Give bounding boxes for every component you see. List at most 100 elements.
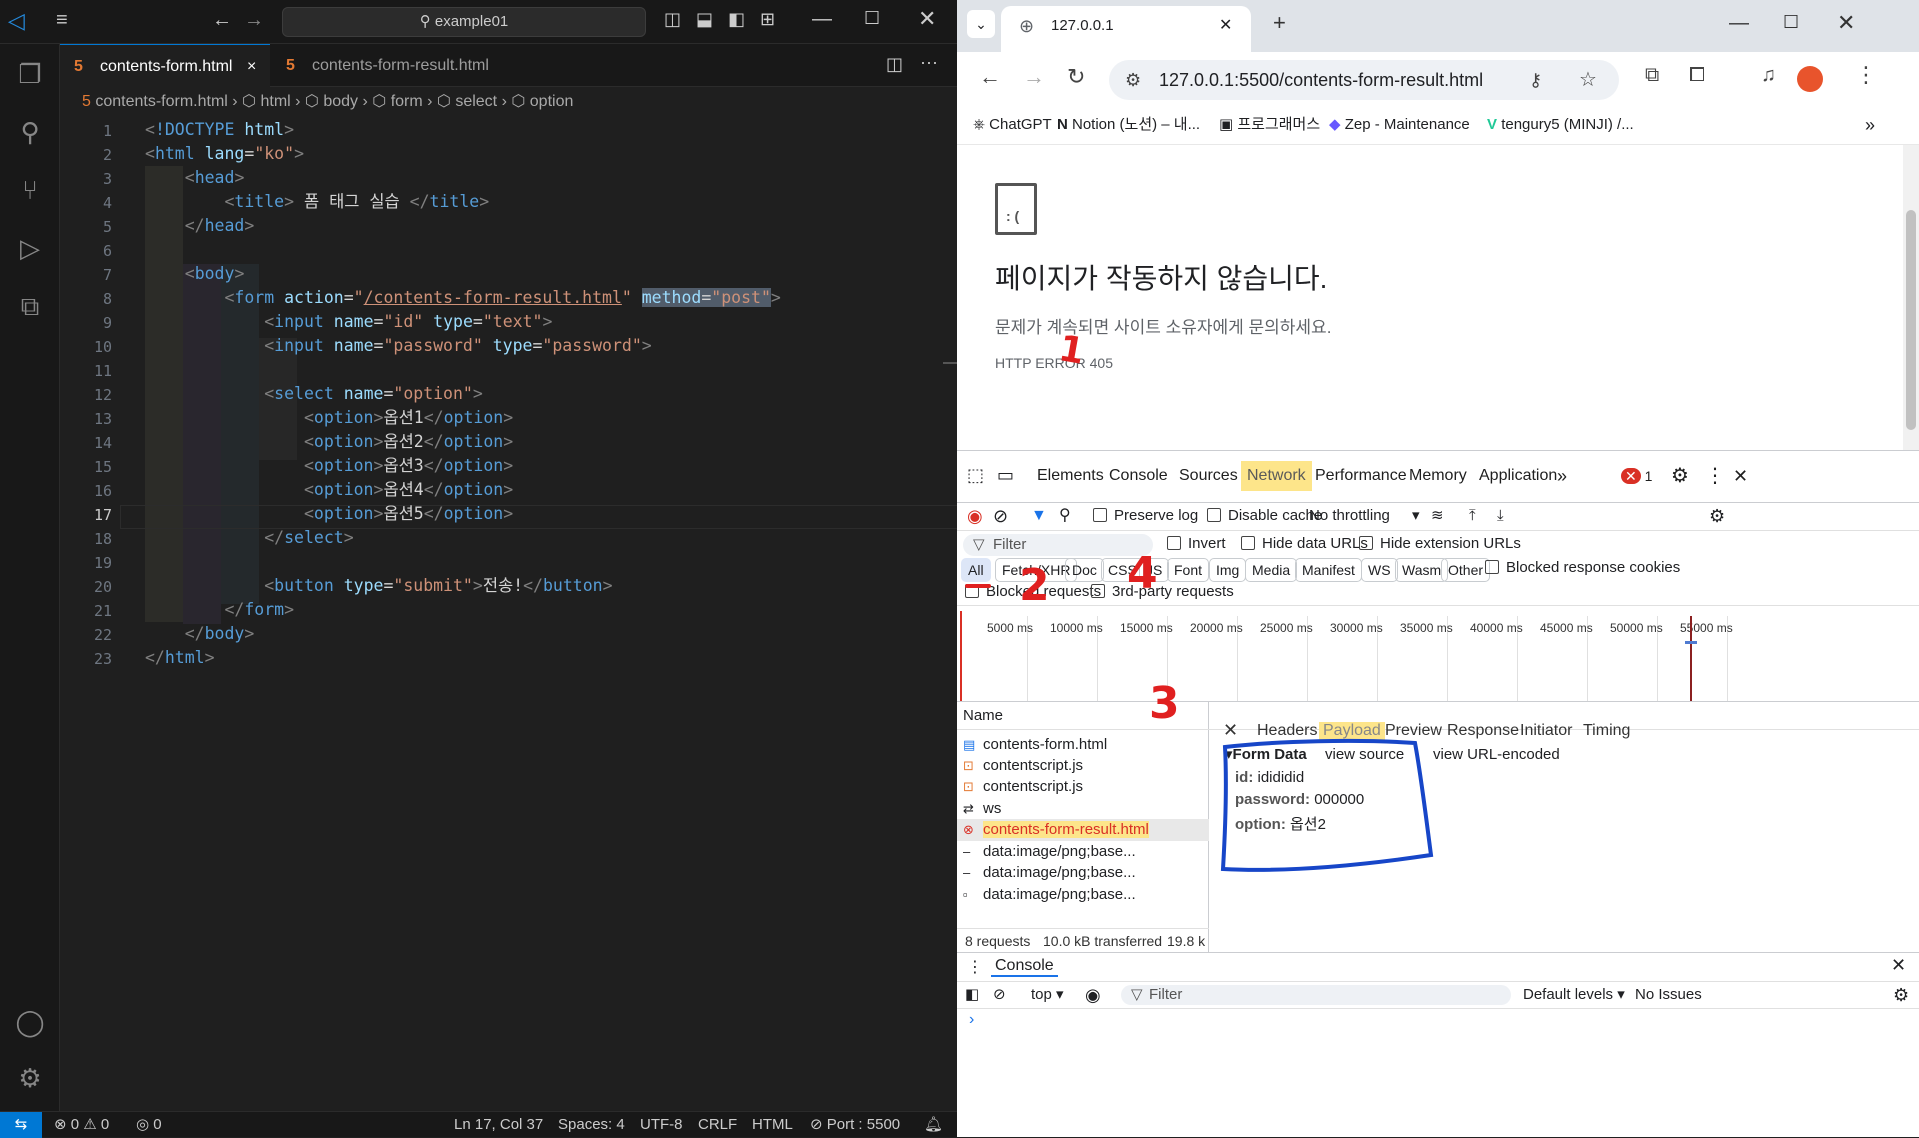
bookmark-zep[interactable]: ◆ Zep - Maintenance — [1329, 107, 1470, 143]
forward-arrow-icon[interactable]: → — [1023, 64, 1045, 90]
close-drawer-icon[interactable]: ✕ — [1891, 955, 1906, 976]
chip-other[interactable]: Other — [1441, 558, 1491, 582]
minimize-icon[interactable]: — — [1729, 12, 1749, 35]
tab-console-drawer[interactable]: Console — [991, 957, 1058, 977]
tab-application[interactable]: Application — [1479, 461, 1557, 491]
tab-search-icon[interactable]: ⌄ — [967, 10, 995, 38]
bookmark-programmers[interactable]: ▣ 프로그래머스 — [1219, 107, 1320, 143]
tab-sources[interactable]: Sources — [1179, 461, 1238, 491]
indentation[interactable]: Spaces: 4 — [558, 1112, 625, 1138]
issues-indicator[interactable]: No Issues — [1635, 982, 1702, 1008]
tab-memory[interactable]: Memory — [1409, 461, 1467, 491]
account-icon[interactable]: ◯ — [10, 1002, 50, 1042]
request-row[interactable]: ▫ data:image/png;base... — [963, 884, 1136, 906]
avatar[interactable] — [1797, 66, 1823, 92]
language-mode[interactable]: HTML — [752, 1112, 793, 1138]
toggle-sidebar-icon[interactable]: ◫ — [664, 9, 681, 30]
request-row[interactable]: ⊡ contentscript.js — [963, 755, 1083, 777]
more-actions-icon[interactable]: ··· — [920, 52, 938, 73]
invert-checkbox[interactable]: Invert — [1167, 531, 1226, 557]
error-badge[interactable]: ✕ 1 — [1621, 461, 1652, 491]
tab-initiator[interactable]: Initiator — [1520, 722, 1572, 740]
tab-close-icon[interactable]: ✕ — [1219, 6, 1232, 46]
export-har-icon[interactable]: ⤓ — [1497, 503, 1504, 529]
back-arrow-icon[interactable]: ← — [979, 64, 1001, 90]
extensions-icon[interactable]: ⧉ — [10, 286, 50, 326]
request-row[interactable]: – data:image/png;base... — [963, 862, 1136, 884]
bookmark-notion[interactable]: N Notion (노션) – 내... — [1057, 107, 1200, 143]
bookmark-chatgpt[interactable]: ⎈ ChatGPT — [973, 107, 1052, 143]
log-levels-select[interactable]: Default levels ▾ — [1523, 982, 1625, 1008]
media-control-icon[interactable]: ♫ — [1761, 64, 1776, 87]
settings-gear-icon[interactable]: ⚙ — [1671, 461, 1689, 491]
request-row-selected[interactable]: ⊗ contents-form-result.html — [963, 819, 1149, 841]
bookmark-tengury[interactable]: V tengury5 (MINJI) /... — [1487, 107, 1634, 143]
chip-ws[interactable]: WS — [1361, 558, 1398, 582]
bell-icon[interactable]: 🔔︎ — [924, 1112, 943, 1138]
ports-indicator[interactable]: ◎ 0 — [136, 1112, 162, 1138]
more-options-icon[interactable]: ⋮ — [1705, 461, 1725, 491]
tab-console[interactable]: Console — [1109, 461, 1168, 491]
throttling-select[interactable]: No throttling ▾ — [1309, 503, 1420, 529]
explorer-icon[interactable]: ❐ — [10, 54, 50, 94]
filter-funnel-icon[interactable]: ▼ — [1031, 503, 1047, 529]
record-stop-icon[interactable]: ◉ — [967, 503, 983, 529]
breadcrumb-item[interactable]: contents-form.html — [95, 93, 227, 110]
disable-cache-checkbox[interactable]: Disable cache — [1207, 503, 1322, 529]
customize-layout-icon[interactable]: ⊞ — [760, 9, 775, 30]
tab-contents-form-result[interactable]: 5 contents-form-result.html — [272, 44, 512, 87]
problems-indicator[interactable]: ⊗ 0 ⚠ 0 — [54, 1112, 109, 1138]
back-arrow-icon[interactable]: ← — [212, 9, 232, 32]
third-party-checkbox[interactable]: 3rd-party requests — [1091, 583, 1234, 600]
bookmark-star-icon[interactable]: ☆ — [1579, 60, 1597, 100]
network-settings-icon[interactable]: ⚙ — [1709, 503, 1725, 529]
search-icon[interactable]: ⚲ — [1059, 503, 1071, 529]
encoding[interactable]: UTF-8 — [640, 1112, 683, 1138]
live-server-port[interactable]: ⊘ Port : 5500 — [810, 1112, 900, 1138]
preserve-log-checkbox[interactable]: Preserve log — [1093, 503, 1198, 529]
console-filter-input[interactable]: ▽ Filter — [1121, 985, 1511, 1005]
tab-response[interactable]: Response — [1447, 722, 1519, 740]
more-tabs-icon[interactable]: » — [1557, 461, 1567, 491]
network-conditions-icon[interactable]: ≋ — [1431, 503, 1444, 529]
breadcrumb-item[interactable]: form — [391, 93, 423, 110]
context-select[interactable]: top ▾ — [1031, 982, 1064, 1008]
reload-icon[interactable]: ↻ — [1067, 64, 1085, 90]
site-info-icon[interactable]: ⚙ — [1125, 60, 1141, 100]
close-icon[interactable]: ✕ — [1837, 10, 1855, 36]
page-scrollbar[interactable] — [1903, 145, 1919, 450]
tab-network[interactable]: Network — [1241, 461, 1312, 491]
forward-arrow-icon[interactable]: → — [244, 9, 264, 32]
request-row[interactable]: – data:image/png;base... — [963, 841, 1136, 863]
source-control-icon[interactable]: ⑂ — [10, 170, 50, 210]
chrome-menu-icon[interactable]: ⋮ — [1855, 62, 1877, 88]
toggle-panel-icon[interactable]: ⬓ — [696, 9, 713, 30]
settings-gear-icon[interactable]: ⚙ — [10, 1058, 50, 1098]
more-bookmarks-icon[interactable]: » — [1865, 107, 1875, 143]
menu-icon[interactable]: ≡ — [56, 9, 68, 32]
live-expression-eye-icon[interactable]: ◉ — [1085, 982, 1101, 1008]
toggle-secondary-sidebar-icon[interactable]: ◧ — [728, 9, 745, 30]
device-toolbar-icon[interactable]: ▭ — [997, 465, 1014, 486]
console-prompt[interactable]: › — [969, 1011, 974, 1029]
new-tab-icon[interactable]: + — [1273, 10, 1286, 36]
breadcrumb-item[interactable]: option — [530, 93, 574, 110]
hide-extension-urls-checkbox[interactable]: Hide extension URLs — [1359, 531, 1521, 557]
console-settings-icon[interactable]: ⚙ — [1893, 982, 1909, 1008]
import-har-icon[interactable]: ⤒ — [1469, 503, 1476, 529]
breadcrumb-item[interactable]: select — [455, 93, 497, 110]
maximize-icon[interactable]: ☐ — [1783, 12, 1799, 33]
tab-timing[interactable]: Timing — [1583, 722, 1630, 740]
line-ending[interactable]: CRLF — [698, 1112, 737, 1138]
breadcrumb-item[interactable]: body — [323, 93, 358, 110]
scrollbar-marker[interactable] — [943, 362, 957, 364]
inspect-element-icon[interactable]: ⬚ — [967, 465, 984, 486]
tab-performance[interactable]: Performance — [1315, 461, 1407, 491]
remote-icon[interactable]: ⇆ — [0, 1112, 42, 1138]
chip-doc[interactable]: Doc — [1065, 558, 1104, 582]
cursor-position[interactable]: Ln 17, Col 37 — [454, 1112, 543, 1138]
minimize-icon[interactable]: — — [812, 8, 832, 31]
filter-input[interactable]: ▽ Filter — [963, 534, 1153, 556]
chip-manifest[interactable]: Manifest — [1295, 558, 1362, 582]
close-icon[interactable]: ✕ — [918, 6, 936, 32]
